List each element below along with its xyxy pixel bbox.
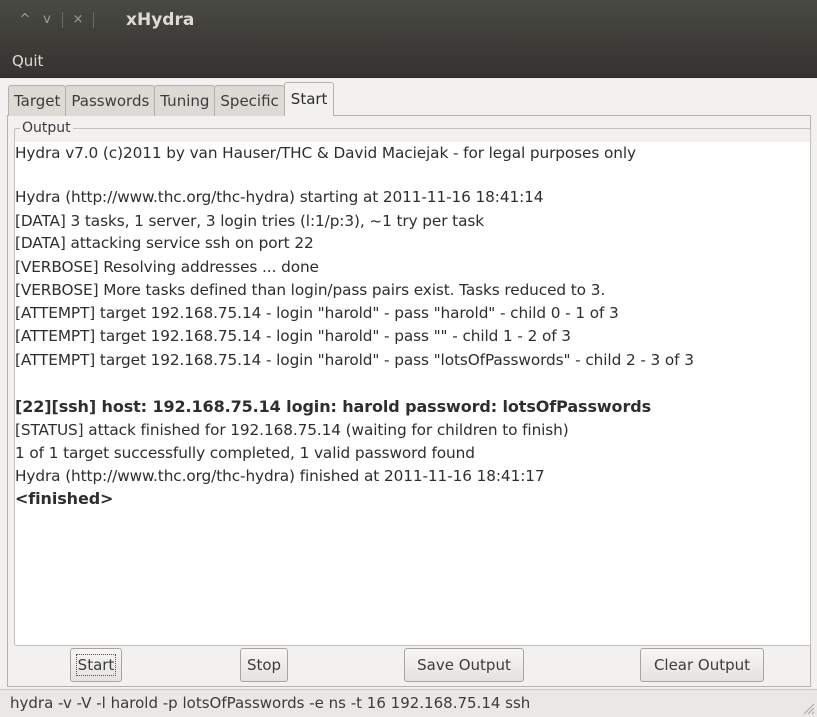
stop-button-label: Stop (246, 656, 282, 674)
minimize-icon[interactable]: v (36, 12, 58, 28)
maximize-icon[interactable]: ^ (14, 12, 36, 28)
tab-tuning[interactable]: Tuning (154, 85, 216, 116)
output-line: [DATA] attacking service ssh on port 22 (15, 234, 314, 252)
close-icon[interactable]: × (67, 12, 89, 28)
output-line: [STATUS] attack finished for 192.168.75.… (15, 421, 569, 439)
output-line: [ATTEMPT] target 192.168.75.14 - login "… (15, 327, 571, 345)
output-line-result: [22][ssh] host: 192.168.75.14 login: har… (15, 397, 652, 416)
menu-quit[interactable]: Quit (12, 52, 43, 70)
clear-output-button[interactable]: Clear Output (640, 648, 764, 682)
output-line: [ATTEMPT] target 192.168.75.14 - login "… (15, 351, 694, 369)
output-frame-label: Output (20, 120, 73, 136)
save-output-button[interactable]: Save Output (404, 648, 524, 682)
output-line: [VERBOSE] Resolving addresses ... done (15, 258, 319, 276)
output-line-finished: <finished> (15, 489, 114, 508)
output-line: Hydra v7.0 (c)2011 by van Hauser/THC & D… (15, 144, 636, 162)
output-text-view[interactable]: Hydra v7.0 (c)2011 by van Hauser/THC & D… (15, 142, 810, 645)
menu-bar: Quit (0, 44, 817, 78)
output-line: [DATA] 3 tasks, 1 server, 3 login tries … (15, 212, 484, 230)
tab-passwords[interactable]: Passwords (65, 85, 156, 116)
output-line: 1 of 1 target successfully completed, 1 … (15, 444, 475, 462)
controls-divider (93, 12, 94, 28)
start-button-label: Start (75, 654, 117, 676)
save-output-button-label: Save Output (417, 656, 511, 674)
window-title: xHydra (126, 10, 195, 30)
stop-button[interactable]: Stop (240, 648, 288, 682)
output-line: [VERBOSE] More tasks defined than login/… (15, 281, 606, 299)
start-button[interactable]: Start (70, 648, 122, 682)
xhydra-window: ^ v × xHydra Quit Target Passwords Tunin… (0, 0, 817, 717)
tab-target[interactable]: Target (8, 85, 67, 116)
output-line: Hydra (http://www.thc.org/thc-hydra) fin… (15, 467, 545, 485)
title-bar: ^ v × xHydra (0, 0, 817, 44)
command-line-text: hydra -v -V -l harold -p lotsOfPasswords… (10, 694, 531, 712)
resize-grip-icon[interactable] (801, 701, 815, 715)
tab-start[interactable]: Start (283, 82, 335, 116)
status-bar: hydra -v -V -l harold -p lotsOfPasswords… (0, 689, 817, 717)
output-line: Hydra (http://www.thc.org/thc-hydra) sta… (15, 188, 544, 206)
clear-output-button-label: Clear Output (653, 656, 751, 674)
tab-specific[interactable]: Specific (214, 85, 285, 116)
output-line: [ATTEMPT] target 192.168.75.14 - login "… (15, 304, 619, 322)
window-controls: ^ v × (14, 12, 98, 28)
tab-bar: Target Passwords Tuning Specific Start (8, 82, 335, 116)
controls-divider (62, 12, 63, 28)
